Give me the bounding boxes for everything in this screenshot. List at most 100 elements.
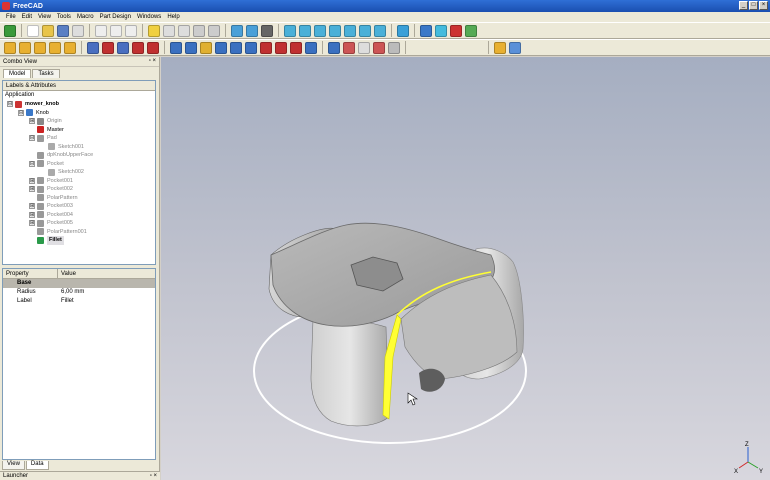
body-icon[interactable]: [435, 24, 447, 37]
close-button[interactable]: ×: [759, 1, 768, 10]
tree-item[interactable]: ⊟ mower_knob: [3, 100, 155, 109]
primitive-icon[interactable]: [450, 24, 462, 37]
hole-icon[interactable]: [147, 41, 159, 54]
group-icon[interactable]: [494, 41, 506, 54]
mesh-icon[interactable]: [465, 24, 477, 37]
tree-expander-icon[interactable]: ⊞: [29, 177, 35, 184]
paste-icon[interactable]: [125, 24, 137, 37]
whats-this-icon[interactable]: [208, 24, 220, 37]
view-right-icon[interactable]: [329, 24, 341, 37]
sketch-icon[interactable]: [4, 41, 16, 54]
multi-transform-icon[interactable]: [290, 41, 302, 54]
tree-expander-icon[interactable]: ⊟: [29, 160, 35, 167]
settings-gear-icon[interactable]: [388, 41, 400, 54]
boolean-icon[interactable]: [305, 41, 317, 54]
sketch-validate-icon[interactable]: [64, 41, 76, 54]
tree-expander-icon[interactable]: ⊞: [29, 118, 35, 125]
tree-expander-icon[interactable]: ⊞: [29, 220, 35, 227]
tree-item[interactable]: ⊞ Pocket004: [3, 211, 155, 220]
fit-all-icon[interactable]: [231, 24, 243, 37]
new-document-icon[interactable]: [27, 24, 39, 37]
property-row-label[interactable]: Label Fillet: [3, 297, 155, 306]
redo-icon[interactable]: [178, 24, 190, 37]
3d-viewport[interactable]: Z X Y: [161, 57, 770, 480]
sub-shape-binder-icon[interactable]: [373, 41, 385, 54]
property-group-base[interactable]: Base: [3, 279, 155, 288]
cut-icon[interactable]: [95, 24, 107, 37]
tab-view[interactable]: View: [2, 461, 25, 470]
fit-selection-icon[interactable]: [246, 24, 258, 37]
combo-view-dock-buttons[interactable]: ▫ ×: [149, 58, 156, 64]
front-lobe-side[interactable]: [310, 318, 390, 427]
datum-point-icon[interactable]: [411, 41, 423, 54]
tree-item[interactable]: Sketch001: [3, 143, 155, 152]
tree-item[interactable]: Fillet: [3, 236, 155, 245]
copy-icon[interactable]: [110, 24, 122, 37]
refresh-icon[interactable]: [193, 24, 205, 37]
chamfer-icon[interactable]: [185, 41, 197, 54]
groove-icon[interactable]: [132, 41, 144, 54]
sub-element-icon[interactable]: [471, 41, 483, 54]
draw-style-icon[interactable]: [261, 24, 273, 37]
tree-item[interactable]: ⊞ Pocket002: [3, 185, 155, 194]
view-top-icon[interactable]: [314, 24, 326, 37]
maximize-button[interactable]: □: [749, 1, 758, 10]
tree-item[interactable]: ⊞ Origin: [3, 117, 155, 126]
tree-item[interactable]: ⊞ Pocket001: [3, 177, 155, 186]
macro-icon[interactable]: [148, 24, 160, 37]
menu-part-design[interactable]: Part Design: [97, 14, 134, 20]
tree-item[interactable]: Master: [3, 126, 155, 135]
polar-pattern-icon[interactable]: [260, 41, 272, 54]
shape-binder-icon[interactable]: [343, 41, 355, 54]
undo-icon[interactable]: [163, 24, 175, 37]
workbench-icon[interactable]: [4, 24, 16, 37]
measure-icon[interactable]: [397, 24, 409, 37]
tree-item[interactable]: PolarPattern001: [3, 228, 155, 237]
menu-help[interactable]: Help: [164, 14, 182, 20]
clone-icon[interactable]: [358, 41, 370, 54]
tree-item[interactable]: Sketch002: [3, 168, 155, 177]
tree-item[interactable]: dpKnobUpperFace: [3, 151, 155, 160]
tree-expander-icon[interactable]: ⊞: [29, 203, 35, 210]
mirrored-icon[interactable]: [230, 41, 242, 54]
tree-item[interactable]: PolarPattern: [3, 194, 155, 203]
pad-icon[interactable]: [87, 41, 99, 54]
view-rear-icon[interactable]: [344, 24, 356, 37]
datum-plane-icon[interactable]: [441, 41, 453, 54]
tree-item[interactable]: ⊟ Knob: [3, 109, 155, 118]
local-cs-icon[interactable]: [456, 41, 468, 54]
view-front-icon[interactable]: [299, 24, 311, 37]
view-isometric-icon[interactable]: [284, 24, 296, 37]
view-left-icon[interactable]: [374, 24, 386, 37]
tree-expander-icon[interactable]: ⊟: [18, 109, 24, 116]
menu-windows[interactable]: Windows: [134, 14, 164, 20]
menu-macro[interactable]: Macro: [74, 14, 97, 20]
tree-expander-icon[interactable]: ⊟: [7, 101, 13, 108]
print-icon[interactable]: [72, 24, 84, 37]
thickness-icon[interactable]: [215, 41, 227, 54]
fillet-icon[interactable]: [170, 41, 182, 54]
save-icon[interactable]: [57, 24, 69, 37]
datum-icon[interactable]: [328, 41, 340, 54]
menu-tools[interactable]: Tools: [54, 14, 74, 20]
tab-data[interactable]: Data: [25, 461, 49, 470]
property-row-radius[interactable]: Radius 6,00 mm: [3, 288, 155, 297]
tree-expander-icon[interactable]: ⊞: [29, 211, 35, 218]
menu-file[interactable]: File: [3, 14, 19, 20]
launcher-dock-buttons[interactable]: ▫ ×: [150, 472, 157, 480]
viewport-scene[interactable]: Z X Y: [161, 57, 770, 480]
tree-item[interactable]: ⊟ Pocket: [3, 160, 155, 169]
revolution-icon[interactable]: [117, 41, 129, 54]
sketch-map-icon[interactable]: [34, 41, 46, 54]
open-icon[interactable]: [42, 24, 54, 37]
minimize-button[interactable]: _: [739, 1, 748, 10]
menu-edit[interactable]: Edit: [19, 14, 35, 20]
draft-icon[interactable]: [200, 41, 212, 54]
tab-tasks[interactable]: Tasks: [32, 69, 60, 78]
tree-item[interactable]: ⊟ Pad: [3, 134, 155, 143]
tree-expander-icon[interactable]: ⊟: [29, 135, 35, 142]
folder-icon[interactable]: [509, 41, 521, 54]
datum-line-icon[interactable]: [426, 41, 438, 54]
tree-item[interactable]: ⊞ Pocket003: [3, 202, 155, 211]
view-bottom-icon[interactable]: [359, 24, 371, 37]
